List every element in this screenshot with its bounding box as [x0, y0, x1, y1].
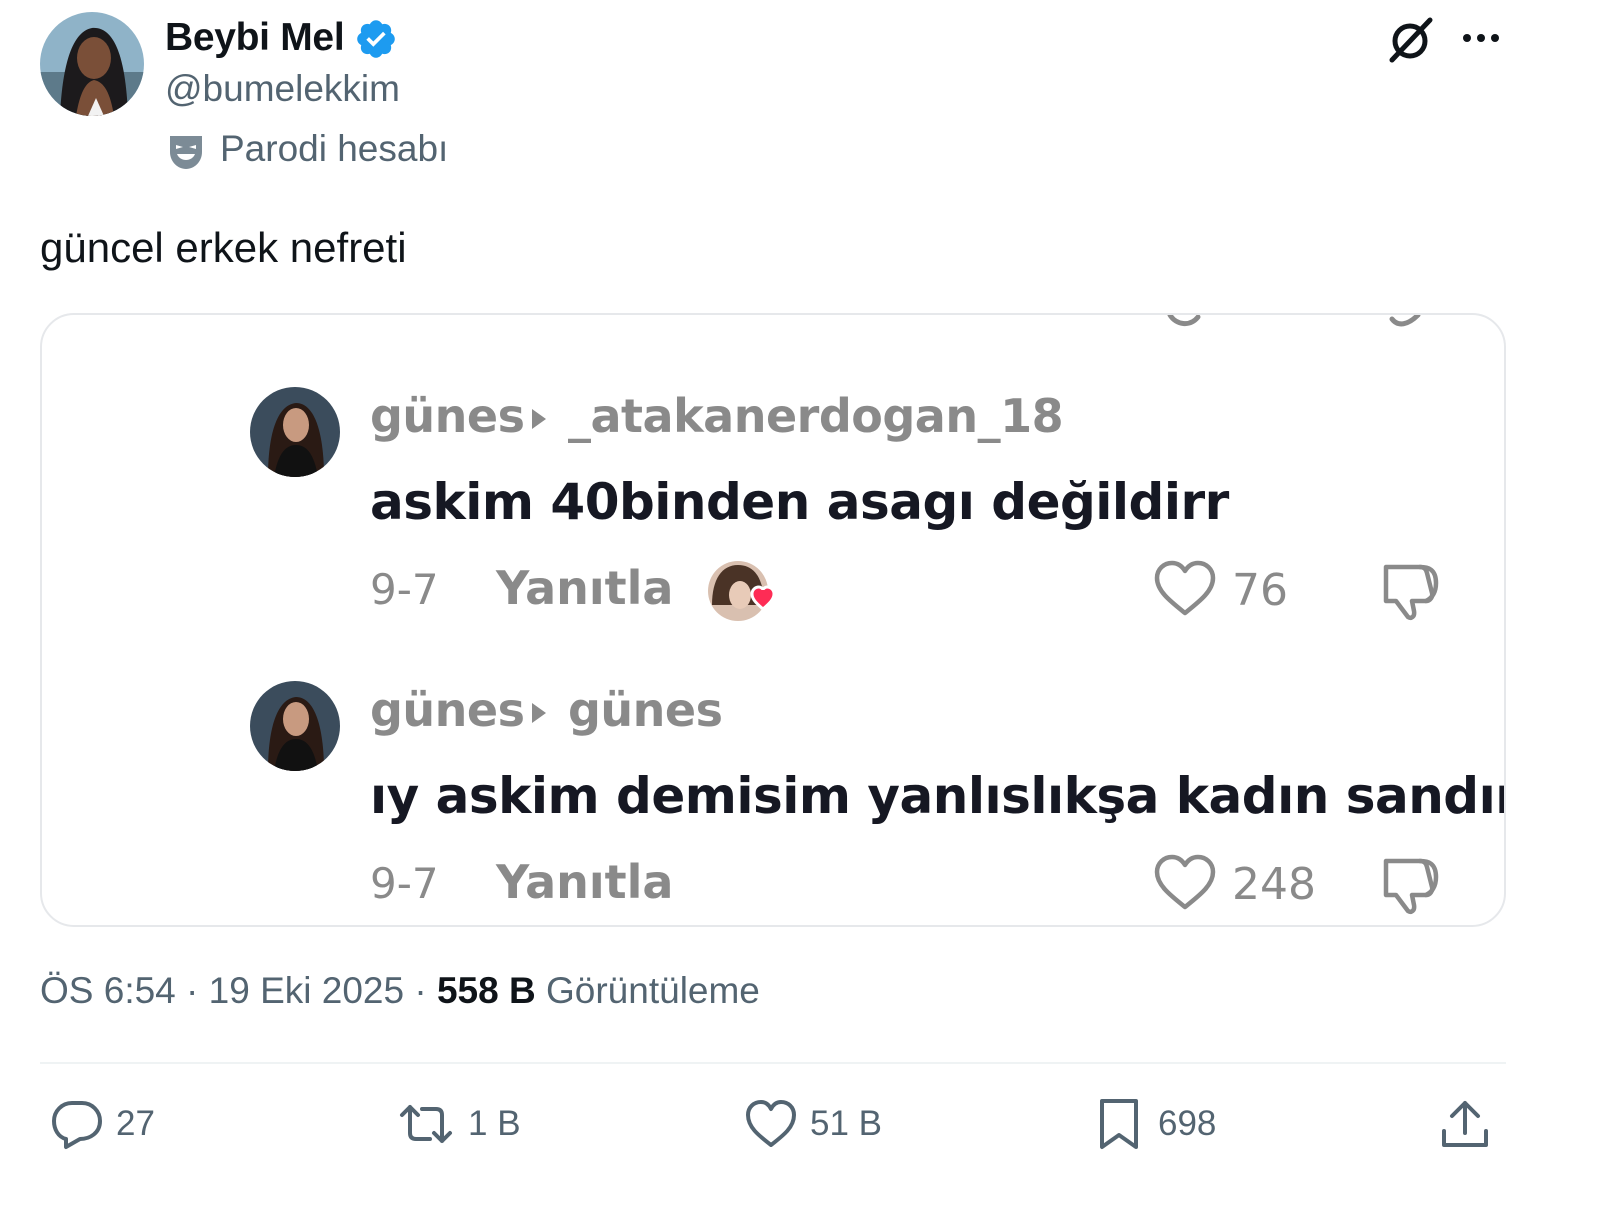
- view-count: 558 B: [436, 970, 536, 1011]
- heart-icon[interactable]: [1152, 559, 1218, 619]
- bookmark-icon: [1100, 1099, 1138, 1149]
- comment-username[interactable]: günes: [370, 683, 525, 737]
- comment-text: askim 40binden asagı değildirr: [370, 473, 1229, 531]
- comment-reply-button[interactable]: Yanıtla: [496, 855, 673, 909]
- comment-reply-to[interactable]: günes: [568, 683, 723, 737]
- like-count: 51 B: [810, 1104, 882, 1143]
- comment-date: 9-7: [370, 859, 439, 908]
- tweet-text: güncel erkek nefreti: [40, 224, 407, 271]
- play-arrow-icon: [532, 409, 546, 429]
- divider: [40, 1062, 1506, 1064]
- author-avatar[interactable]: [40, 12, 144, 116]
- author-display-name[interactable]: Beybi Mel: [165, 16, 345, 60]
- comment-text: ıy askim demisim yanlıslıkşa kadın sandı…: [370, 767, 1506, 825]
- share-button[interactable]: [1438, 1096, 1492, 1152]
- reply-icon: [52, 1101, 102, 1149]
- share-icon: [1442, 1101, 1488, 1147]
- comment-reply-button[interactable]: Yanıtla: [496, 561, 673, 615]
- parody-account-label: Parodi hesabı: [220, 128, 449, 169]
- tweet-time[interactable]: ÖS 6:54: [40, 970, 176, 1011]
- repost-count: 1 B: [468, 1104, 521, 1143]
- grok-icon[interactable]: [1384, 14, 1438, 66]
- creator-liked-avatar: [708, 561, 776, 621]
- separator: ·: [414, 970, 437, 1011]
- repost-button[interactable]: 1 B: [396, 1096, 521, 1152]
- parody-mask-icon: [166, 132, 206, 172]
- like-button[interactable]: 51 B: [744, 1096, 882, 1152]
- author-handle[interactable]: @bumelekkim: [165, 68, 400, 110]
- comment-reply-to[interactable]: _atakanerdogan_18: [568, 389, 1064, 443]
- reply-button[interactable]: 27: [50, 1096, 155, 1152]
- bookmark-button[interactable]: 698: [1092, 1096, 1216, 1152]
- dislike-icon[interactable]: [1376, 851, 1442, 917]
- verified-badge-icon[interactable]: [354, 17, 398, 61]
- repost-icon: [400, 1105, 452, 1143]
- comment-avatar[interactable]: [250, 387, 340, 477]
- reply-count: 27: [116, 1104, 155, 1143]
- comment-date: 9-7: [370, 565, 439, 614]
- tweet-date[interactable]: 19 Eki 2025: [209, 970, 404, 1011]
- comment-like-count: 76: [1232, 565, 1288, 616]
- tweet-media-image[interactable]: günes _atakanerdogan_18 askim 40binden a…: [40, 313, 1506, 927]
- comment-like-count: 248: [1232, 859, 1316, 910]
- play-arrow-icon: [532, 703, 546, 723]
- dislike-icon[interactable]: [1376, 557, 1442, 623]
- like-icon: [746, 1100, 796, 1147]
- comment-avatar[interactable]: [250, 681, 340, 771]
- views-label: Görüntüleme: [546, 970, 760, 1011]
- comment-username[interactable]: günes: [370, 389, 525, 443]
- tweet-meta: ÖS 6:54 · 19 Eki 2025 · 558 B Görüntülem…: [40, 970, 760, 1012]
- bookmark-count: 698: [1158, 1104, 1217, 1143]
- cropped-icons: [1167, 315, 1421, 327]
- more-icon[interactable]: [1455, 18, 1507, 58]
- separator: ·: [186, 970, 209, 1011]
- heart-icon[interactable]: [1152, 853, 1218, 913]
